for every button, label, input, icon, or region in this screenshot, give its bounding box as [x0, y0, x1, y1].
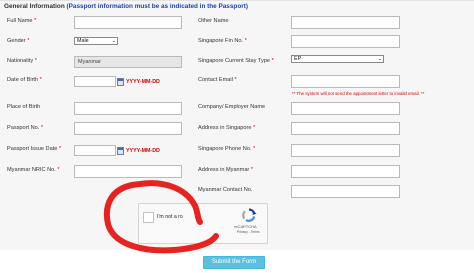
- gender-select[interactable]: Male ⌄: [74, 37, 118, 45]
- place-of-birth-label: Place of Birth: [7, 104, 41, 110]
- employer-input[interactable]: [291, 102, 400, 115]
- nationality-label: Nationality *: [7, 58, 37, 64]
- stay-type-select[interactable]: EP ⌄: [291, 55, 384, 63]
- email-warning-note: ** The system will not send the appointm…: [292, 91, 425, 96]
- other-name-input[interactable]: [291, 16, 400, 29]
- passport-no-input[interactable]: [74, 122, 182, 135]
- recaptcha-terms-link[interactable]: Privacy - Terms: [237, 230, 260, 234]
- full-name-input[interactable]: [74, 16, 182, 29]
- address-sg-input[interactable]: [291, 122, 400, 135]
- stay-type-label: Singapore Current Stay Type *: [198, 58, 274, 64]
- address-sg-label: Address in Singapore *: [198, 125, 256, 131]
- nric-input[interactable]: [74, 165, 182, 178]
- chevron-down-icon: ⌄: [111, 38, 116, 44]
- passport-no-label: Passport No. *: [7, 125, 44, 131]
- phone-sg-input[interactable]: [291, 144, 400, 157]
- contact-mm-input[interactable]: [291, 185, 400, 198]
- calendar-icon[interactable]: [117, 78, 124, 86]
- recaptcha-checkbox[interactable]: [143, 212, 154, 223]
- fin-label: Singapore Fin No. *: [198, 38, 247, 44]
- employer-label: Company/ Employer Name: [198, 104, 266, 110]
- full-name-label: Full Name *: [7, 18, 37, 24]
- contact-mm-label: Myanmar Contact No.: [198, 187, 253, 193]
- contact-email-input[interactable]: [291, 75, 400, 88]
- dob-format-hint: YYYY-MM-DD: [126, 79, 160, 85]
- contact-email-label: Contact Email *: [198, 77, 237, 83]
- nationality-field: Myanmar: [74, 56, 182, 68]
- other-name-label: Other Name: [198, 18, 229, 24]
- submit-button[interactable]: Submit the Form: [203, 256, 265, 269]
- gender-label: Gender *: [7, 38, 30, 44]
- passport-issue-format-hint: YYYY-MM-DD: [126, 148, 160, 154]
- calendar-icon[interactable]: [117, 147, 124, 155]
- chevron-down-icon: ⌄: [377, 56, 382, 62]
- passport-issue-label: Passport Issue Date *: [7, 146, 62, 152]
- section-header: General Information (Passport informatio…: [4, 3, 248, 10]
- dob-input[interactable]: [74, 76, 116, 87]
- recaptcha-logo-icon: [241, 208, 257, 222]
- recaptcha-brand: reCAPTCHA: [234, 224, 257, 229]
- passport-issue-input[interactable]: [74, 145, 116, 156]
- section-title: General Information: [4, 3, 65, 10]
- dob-label: Date of Birth *: [7, 77, 42, 83]
- address-mm-input[interactable]: [291, 165, 400, 178]
- section-subtitle: (Passport information must be as indicat…: [66, 3, 248, 10]
- recaptcha-label: I'm not a ro: [157, 214, 183, 220]
- fin-input[interactable]: [291, 35, 400, 48]
- phone-sg-label: Singapore Phone No. *: [198, 146, 256, 152]
- address-mm-label: Address in Myanmar *: [198, 167, 254, 173]
- place-of-birth-input[interactable]: [74, 102, 182, 115]
- nric-label: Myanmar NRIC No. *: [7, 167, 60, 173]
